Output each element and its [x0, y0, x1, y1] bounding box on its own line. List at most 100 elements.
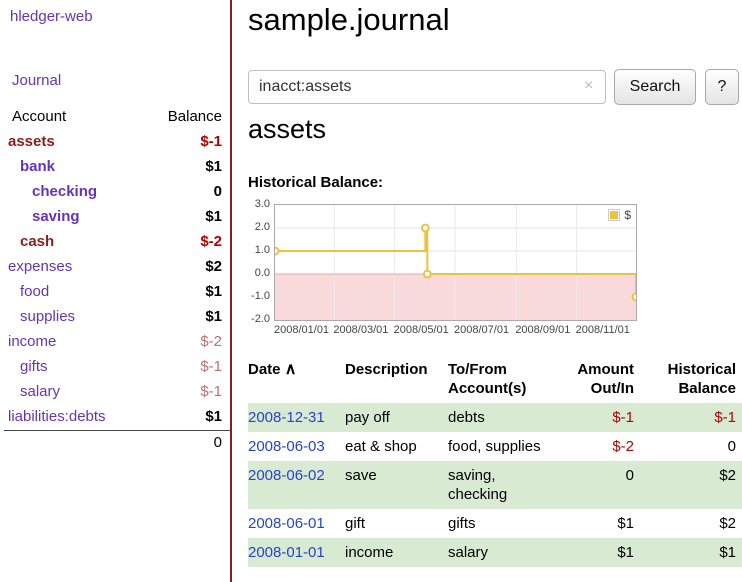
chart-title: Historical Balance:	[248, 174, 383, 191]
account-row: gifts $-1	[0, 354, 230, 379]
account-balance: $-2	[200, 333, 222, 350]
transaction-date-link[interactable]: 2008-06-02	[248, 461, 345, 509]
transaction-date-link[interactable]: 2008-06-01	[248, 509, 345, 538]
header-date[interactable]: Date ∧	[248, 360, 345, 398]
account-row: cash $-2	[0, 229, 230, 254]
account-row: liabilities:debts $1	[0, 404, 230, 429]
transaction-balance: $1	[640, 538, 742, 567]
chart-legend: $	[606, 207, 633, 223]
sort-ascending-icon[interactable]: ∧	[285, 361, 297, 378]
transaction-description: income	[345, 538, 448, 567]
register-row: 2008-06-01giftgifts$1$2	[248, 509, 742, 538]
nav-journal-link[interactable]: Journal	[12, 72, 61, 89]
y-tick-label: 2.0	[244, 221, 270, 233]
account-row: supplies $1	[0, 304, 230, 329]
transaction-balance: $2	[640, 509, 742, 538]
account-link-gifts[interactable]: gifts	[0, 358, 48, 375]
transaction-accounts: salary	[448, 538, 560, 567]
account-link-liabilities:debts[interactable]: liabilities:debts	[0, 408, 106, 425]
y-tick-label: 3.0	[244, 198, 270, 210]
app-title-link[interactable]: hledger-web	[10, 8, 93, 25]
header-accounts: To/From Account(s)	[448, 360, 560, 398]
account-balance: $2	[205, 258, 222, 275]
header-date-label: Date	[248, 361, 281, 378]
header-balance: Historical Balance	[640, 360, 742, 398]
account-row: checking 0	[0, 179, 230, 204]
transaction-date-link[interactable]: 2008-12-31	[248, 403, 345, 432]
transaction-amount: $-2	[560, 432, 640, 461]
account-row: salary $-1	[0, 379, 230, 404]
account-balance: $1	[205, 408, 222, 425]
account-column-header: Account	[12, 108, 66, 125]
transaction-description: eat & shop	[345, 432, 448, 461]
transaction-amount: $-1	[560, 403, 640, 432]
register-row: 2008-06-03eat & shopfood, supplies$-20	[248, 432, 742, 461]
y-tick-label: 0.0	[244, 267, 270, 279]
transaction-balance: $-1	[640, 403, 742, 432]
chart-plot-area: $	[274, 204, 637, 321]
transaction-accounts: gifts	[448, 509, 560, 538]
account-link-expenses[interactable]: expenses	[0, 258, 72, 275]
account-balance: $1	[205, 283, 222, 300]
header-accounts-line1: To/From	[448, 360, 560, 379]
transaction-amount: $1	[560, 538, 640, 567]
account-link-salary[interactable]: salary	[0, 383, 60, 400]
account-balance: 0	[214, 183, 222, 200]
x-tick-label: 2008/03/01	[333, 324, 388, 336]
header-amount: Amount Out/In	[560, 360, 640, 398]
account-link-income[interactable]: income	[0, 333, 56, 350]
search-input[interactable]	[248, 70, 606, 104]
account-link-cash[interactable]: cash	[0, 233, 54, 250]
account-row: assets $-1	[0, 129, 230, 154]
header-accounts-line2: Account(s)	[448, 379, 560, 398]
account-row: bank $1	[0, 154, 230, 179]
transaction-date-link[interactable]: 2008-06-03	[248, 432, 345, 461]
account-balance: $-2	[200, 233, 222, 250]
x-tick-label: 2008/09/01	[515, 324, 570, 336]
header-balance-line2: Balance	[640, 379, 736, 398]
account-link-assets[interactable]: assets	[0, 133, 55, 150]
sidebar: hledger-web Journal Account Balance asse…	[0, 0, 230, 582]
register-row: 2008-01-01incomesalary$1$1	[248, 538, 742, 567]
account-row: food $1	[0, 279, 230, 304]
account-tree: assets $-1 bank $1 checking 0 saving $1 cash $-2 e…	[0, 129, 230, 429]
account-link-checking[interactable]: checking	[0, 183, 97, 200]
account-heading: assets	[248, 114, 326, 145]
account-balance: $-1	[200, 133, 222, 150]
account-link-saving[interactable]: saving	[0, 208, 80, 225]
x-tick-label: 2008/07/01	[454, 324, 509, 336]
help-button[interactable]: ?	[705, 69, 739, 105]
account-link-bank[interactable]: bank	[0, 158, 55, 175]
x-tick-label: 2008/01/01	[274, 324, 329, 336]
header-description: Description	[345, 360, 448, 398]
account-row: expenses $2	[0, 254, 230, 279]
account-balance: $-1	[200, 383, 222, 400]
register-body: 2008-12-31pay offdebts$-1$-12008-06-03ea…	[248, 403, 742, 567]
search-button[interactable]: Search	[614, 69, 696, 105]
transaction-amount: 0	[560, 461, 640, 509]
legend-label: $	[624, 208, 631, 222]
x-tick-label: 2008/11/01	[576, 324, 630, 336]
account-link-supplies[interactable]: supplies	[0, 308, 75, 325]
y-tick-label: -1.0	[244, 290, 270, 302]
transaction-description: save	[345, 461, 448, 509]
account-balance: $1	[205, 308, 222, 325]
page-title: sample.journal	[248, 0, 450, 40]
account-balance: $1	[205, 158, 222, 175]
x-tick-label: 2008/05/01	[394, 324, 449, 336]
chart-canvas	[274, 204, 637, 321]
balance-column-header: Balance	[168, 108, 222, 125]
transaction-date-link[interactable]: 2008-01-01	[248, 538, 345, 567]
clear-search-icon[interactable]: ×	[584, 77, 593, 95]
account-link-food[interactable]: food	[0, 283, 49, 300]
register-table: Date ∧ Description To/From Account(s) Am…	[248, 360, 742, 567]
transaction-accounts: food, supplies	[448, 432, 560, 461]
account-table-header: Account Balance	[0, 104, 230, 129]
account-balance: $1	[205, 208, 222, 225]
register-header: Date ∧ Description To/From Account(s) Am…	[248, 360, 742, 403]
account-row: income $-2	[0, 329, 230, 354]
account-balance: $-1	[200, 358, 222, 375]
account-table: Account Balance assets $-1 bank $1 checking 0…	[0, 104, 230, 451]
sidebar-divider	[230, 0, 232, 582]
register-row: 2008-12-31pay offdebts$-1$-1	[248, 403, 742, 432]
